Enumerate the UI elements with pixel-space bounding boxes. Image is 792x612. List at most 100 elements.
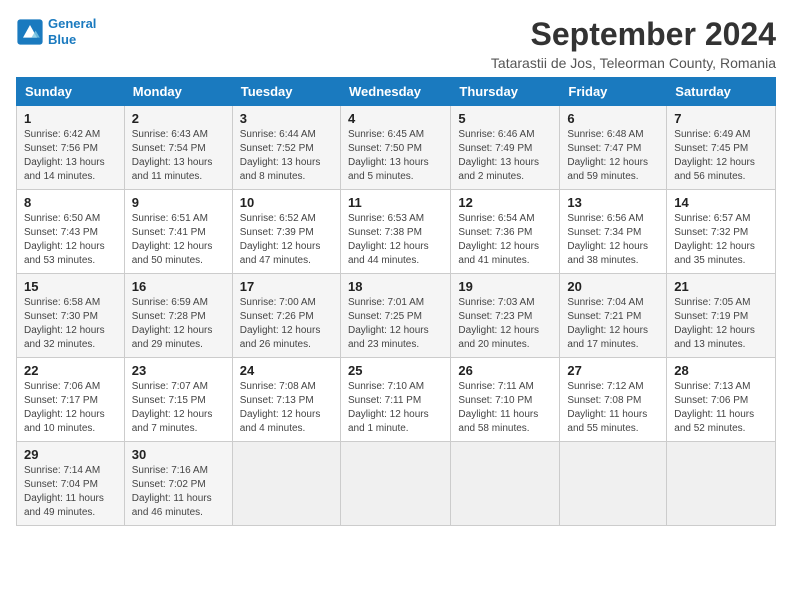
day-number: 14 [674, 195, 768, 210]
week-row-2: 8 Sunrise: 6:50 AMSunset: 7:43 PMDaylight… [17, 190, 776, 274]
calendar-cell: 25Sunrise: 7:10 AMSunset: 7:11 PMDayligh… [340, 358, 450, 442]
day-info: Sunrise: 6:53 AMSunset: 7:38 PMDaylight:… [348, 212, 443, 268]
calendar-cell: 5Sunrise: 6:46 AMSunset: 7:49 PMDaylight… [451, 106, 560, 190]
calendar-cell: 22 Sunrise: 7:06 AMSunset: 7:17 PMDayligh… [17, 358, 125, 442]
calendar-cell [232, 442, 340, 526]
calendar-cell: 21Sunrise: 7:05 AMSunset: 7:19 PMDayligh… [667, 274, 776, 358]
day-number: 8 [24, 195, 117, 210]
calendar-cell: 7 Sunrise: 6:49 AMSunset: 7:45 PMDaylight… [667, 106, 776, 190]
day-info: Sunrise: 7:11 AMSunset: 7:10 PMDaylight:… [458, 380, 552, 436]
day-info: Sunrise: 7:00 AMSunset: 7:26 PMDaylight:… [240, 296, 333, 352]
logo-line1: General [48, 16, 96, 31]
day-info: Sunrise: 6:59 AMSunset: 7:28 PMDaylight:… [132, 296, 225, 352]
calendar-cell: 27 Sunrise: 7:12 AMSunset: 7:08 PMDayligh… [560, 358, 667, 442]
day-number: 18 [348, 279, 443, 294]
day-number: 4 [348, 111, 443, 126]
day-number: 11 [348, 195, 443, 210]
header-friday: Friday [560, 78, 667, 106]
day-info: Sunrise: 6:43 AMSunset: 7:54 PMDaylight:… [132, 128, 225, 184]
day-number: 10 [240, 195, 333, 210]
day-info: Sunrise: 7:01 AMSunset: 7:25 PMDaylight:… [348, 296, 443, 352]
day-number: 19 [458, 279, 552, 294]
calendar-cell [560, 442, 667, 526]
day-number: 24 [240, 363, 333, 378]
calendar-cell: 13Sunrise: 6:56 AMSunset: 7:34 PMDayligh… [560, 190, 667, 274]
day-number: 22 [24, 363, 117, 378]
day-number: 23 [132, 363, 225, 378]
day-info: Sunrise: 7:12 AMSunset: 7:08 PMDaylight:… [567, 380, 659, 436]
day-info: Sunrise: 6:58 AMSunset: 7:30 PMDaylight:… [24, 296, 117, 352]
calendar-cell: 11 Sunrise: 6:53 AMSunset: 7:38 PMDayligh… [340, 190, 450, 274]
day-info: Sunrise: 7:14 AMSunset: 7:04 PMDaylight:… [24, 464, 117, 520]
location-subtitle: Tatarastii de Jos, Teleorman County, Rom… [491, 55, 776, 71]
day-info: Sunrise: 7:13 AMSunset: 7:06 PMDaylight:… [674, 380, 768, 436]
day-number: 26 [458, 363, 552, 378]
day-info: Sunrise: 7:06 AMSunset: 7:17 PMDaylight:… [24, 380, 117, 436]
calendar-cell: 15 Sunrise: 6:58 AMSunset: 7:30 PMDayligh… [17, 274, 125, 358]
logo-line2: Blue [48, 32, 76, 47]
day-number: 28 [674, 363, 768, 378]
day-number: 3 [240, 111, 333, 126]
day-info: Sunrise: 6:44 AMSunset: 7:52 PMDaylight:… [240, 128, 333, 184]
calendar-cell [451, 442, 560, 526]
logo: General Blue [16, 16, 96, 47]
day-info: Sunrise: 7:04 AMSunset: 7:21 PMDaylight:… [567, 296, 659, 352]
header-thursday: Thursday [451, 78, 560, 106]
calendar-cell: 28 Sunrise: 7:13 AMSunset: 7:06 PMDayligh… [667, 358, 776, 442]
calendar-cell: 26 Sunrise: 7:11 AMSunset: 7:10 PMDayligh… [451, 358, 560, 442]
calendar-cell: 16 Sunrise: 6:59 AMSunset: 7:28 PMDayligh… [124, 274, 232, 358]
day-number: 6 [567, 111, 659, 126]
day-number: 1 [24, 111, 117, 126]
day-info: Sunrise: 7:10 AMSunset: 7:11 PMDaylight:… [348, 380, 443, 436]
day-info: Sunrise: 6:49 AMSunset: 7:45 PMDaylight:… [674, 128, 768, 184]
calendar-cell: 30 Sunrise: 7:16 AMSunset: 7:02 PMDayligh… [124, 442, 232, 526]
week-row-3: 15 Sunrise: 6:58 AMSunset: 7:30 PMDayligh… [17, 274, 776, 358]
day-number: 16 [132, 279, 225, 294]
week-row-1: 1 Sunrise: 6:42 AMSunset: 7:56 PMDaylight… [17, 106, 776, 190]
day-info: Sunrise: 6:54 AMSunset: 7:36 PMDaylight:… [458, 212, 552, 268]
day-number: 12 [458, 195, 552, 210]
calendar-cell: 1 Sunrise: 6:42 AMSunset: 7:56 PMDaylight… [17, 106, 125, 190]
calendar-cell: 6 Sunrise: 6:48 AMSunset: 7:47 PMDaylight… [560, 106, 667, 190]
header-sunday: Sunday [17, 78, 125, 106]
day-info: Sunrise: 6:50 AMSunset: 7:43 PMDaylight:… [24, 212, 117, 268]
day-info: Sunrise: 7:08 AMSunset: 7:13 PMDaylight:… [240, 380, 333, 436]
title-block: September 2024 Tatarastii de Jos, Teleor… [491, 16, 776, 71]
header-tuesday: Tuesday [232, 78, 340, 106]
day-number: 2 [132, 111, 225, 126]
day-info: Sunrise: 6:45 AMSunset: 7:50 PMDaylight:… [348, 128, 443, 184]
day-number: 15 [24, 279, 117, 294]
calendar-cell: 20 Sunrise: 7:04 AMSunset: 7:21 PMDayligh… [560, 274, 667, 358]
day-info: Sunrise: 7:16 AMSunset: 7:02 PMDaylight:… [132, 464, 225, 520]
calendar-cell: 9Sunrise: 6:51 AMSunset: 7:41 PMDaylight… [124, 190, 232, 274]
month-title: September 2024 [491, 16, 776, 53]
calendar-cell: 17Sunrise: 7:00 AMSunset: 7:26 PMDayligh… [232, 274, 340, 358]
day-number: 7 [674, 111, 768, 126]
day-info: Sunrise: 6:48 AMSunset: 7:47 PMDaylight:… [567, 128, 659, 184]
calendar-body: 1 Sunrise: 6:42 AMSunset: 7:56 PMDaylight… [17, 106, 776, 526]
day-info: Sunrise: 6:52 AMSunset: 7:39 PMDaylight:… [240, 212, 333, 268]
day-info: Sunrise: 6:51 AMSunset: 7:41 PMDaylight:… [132, 212, 225, 268]
day-number: 29 [24, 447, 117, 462]
calendar-cell: 12 Sunrise: 6:54 AMSunset: 7:36 PMDayligh… [451, 190, 560, 274]
calendar-cell: 4 Sunrise: 6:45 AMSunset: 7:50 PMDaylight… [340, 106, 450, 190]
logo-text: General Blue [48, 16, 96, 47]
day-number: 30 [132, 447, 225, 462]
header-monday: Monday [124, 78, 232, 106]
day-number: 27 [567, 363, 659, 378]
calendar-cell: 14 Sunrise: 6:57 AMSunset: 7:32 PMDayligh… [667, 190, 776, 274]
day-info: Sunrise: 7:05 AMSunset: 7:19 PMDaylight:… [674, 296, 768, 352]
day-info: Sunrise: 6:57 AMSunset: 7:32 PMDaylight:… [674, 212, 768, 268]
header-saturday: Saturday [667, 78, 776, 106]
calendar-cell: 23 Sunrise: 7:07 AMSunset: 7:15 PMDayligh… [124, 358, 232, 442]
day-number: 20 [567, 279, 659, 294]
calendar-table: SundayMondayTuesdayWednesdayThursdayFrid… [16, 77, 776, 526]
page-header: General Blue September 2024 Tatarastii d… [16, 16, 776, 71]
day-info: Sunrise: 7:07 AMSunset: 7:15 PMDaylight:… [132, 380, 225, 436]
day-number: 5 [458, 111, 552, 126]
logo-icon [16, 18, 44, 46]
day-info: Sunrise: 6:42 AMSunset: 7:56 PMDaylight:… [24, 128, 117, 184]
calendar-cell: 18 Sunrise: 7:01 AMSunset: 7:25 PMDayligh… [340, 274, 450, 358]
calendar-cell: 2 Sunrise: 6:43 AMSunset: 7:54 PMDaylight… [124, 106, 232, 190]
week-row-5: 29 Sunrise: 7:14 AMSunset: 7:04 PMDayligh… [17, 442, 776, 526]
